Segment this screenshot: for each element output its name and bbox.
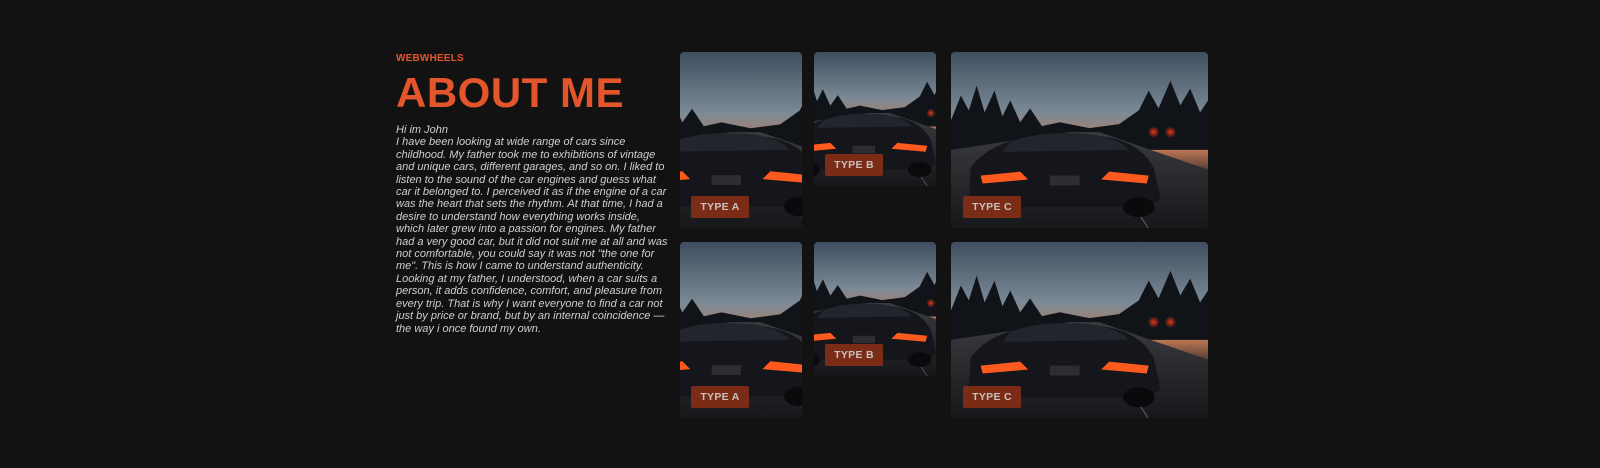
brand-label: WEBWHEELS bbox=[396, 53, 464, 64]
car-card-type-c[interactable]: TYPE C bbox=[951, 52, 1208, 228]
type-a-button[interactable]: TYPE A bbox=[691, 386, 749, 408]
type-c-button[interactable]: TYPE C bbox=[963, 386, 1021, 408]
greeting-text: Hi im John bbox=[396, 124, 448, 136]
type-b-button[interactable]: TYPE B bbox=[825, 154, 883, 176]
car-card-type-c[interactable]: TYPE C bbox=[951, 242, 1208, 418]
type-b-button[interactable]: TYPE B bbox=[825, 344, 883, 366]
type-c-button[interactable]: TYPE C bbox=[963, 196, 1021, 218]
car-card-type-b[interactable]: TYPE B bbox=[814, 242, 936, 376]
type-a-button[interactable]: TYPE A bbox=[691, 196, 749, 218]
car-card-type-a[interactable]: TYPE A bbox=[680, 242, 802, 418]
car-card-type-b[interactable]: TYPE B bbox=[814, 52, 936, 186]
about-section: WEBWHEELS ABOUT ME Hi im John I have bee… bbox=[396, 52, 668, 335]
bio-text: I have been looking at wide range of car… bbox=[396, 136, 668, 335]
car-card-type-a[interactable]: TYPE A bbox=[680, 52, 802, 228]
about-page: WEBWHEELS ABOUT ME Hi im John I have bee… bbox=[0, 0, 1600, 468]
page-title: ABOUT ME bbox=[396, 69, 624, 116]
